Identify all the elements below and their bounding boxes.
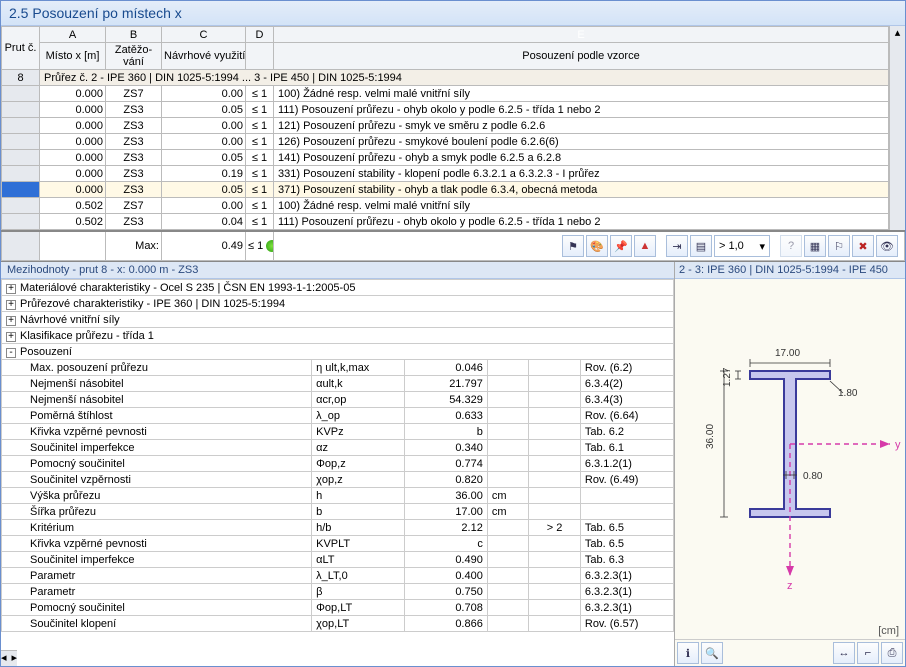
tree-node[interactable]: +Průřezové charakteristiky - IPE 360 | D… — [2, 296, 674, 312]
detail-row[interactable]: Parametrβ0.7506.3.2.3(1) — [2, 584, 674, 600]
col-A[interactable]: A — [40, 27, 106, 43]
table-row[interactable]: 0.000ZS30.00≤ 1126) Posouzení průřezu - … — [2, 134, 889, 150]
profile-header: 2 - 3: IPE 360 | DIN 1025-5:1994 - IPE 4… — [675, 262, 905, 279]
detail-row[interactable]: Součinitel imperfekceαz0.340Tab. 6.1 — [2, 440, 674, 456]
detail-row[interactable]: Pomocný součinitelΦop,LT0.7086.3.2.3(1) — [2, 600, 674, 616]
detail-row[interactable]: Parametrλ_LT,00.4006.3.2.3(1) — [2, 568, 674, 584]
svg-text:y: y — [895, 439, 901, 451]
detail-row[interactable]: Nejmenší násobitelαcr,op54.3296.3.4(3) — [2, 392, 674, 408]
tool-eye-icon[interactable]: 👁 — [876, 235, 898, 257]
grid-scrollbar[interactable]: ▴ — [889, 26, 905, 230]
unit-label: [cm] — [675, 623, 905, 639]
tool-help-icon[interactable]: ? — [780, 235, 802, 257]
detail-row[interactable]: Šířka průřezub17.00cm — [2, 504, 674, 520]
details-header: Mezihodnoty - prut 8 - x: 0.000 m - ZS3 — [1, 262, 674, 279]
tool-palette-icon[interactable]: 🎨 — [586, 235, 608, 257]
detail-row[interactable]: Nejmenší násobitelαult,k21.7976.3.4(2) — [2, 376, 674, 392]
detail-row[interactable]: Součinitel vzpěrnostiχop,z0.820Rov. (6.4… — [2, 472, 674, 488]
detail-row[interactable]: Součinitel imperfekceαLT0.490Tab. 6.3 — [2, 552, 674, 568]
print-icon[interactable]: ⎙ — [881, 642, 903, 664]
tool-layout-icon[interactable]: ▤ — [690, 235, 712, 257]
col-A2[interactable]: Místo x [m] — [40, 43, 106, 70]
table-row[interactable]: 0.000ZS30.19≤ 1331) Posouzení stability … — [2, 166, 889, 182]
col-C[interactable]: C — [162, 27, 246, 43]
tree-node[interactable]: +Materiálové charakteristiky - Ocel S 23… — [2, 280, 674, 296]
svg-text:1.80: 1.80 — [838, 388, 858, 399]
detail-row[interactable]: Poměrná štíhlostλ_op0.633Rov. (6.64) — [2, 408, 674, 424]
profile-drawing[interactable]: y z 17.00 36.00 1.27 1.80 0.80 — [675, 279, 905, 623]
tool-pin-icon[interactable]: 📌 — [610, 235, 632, 257]
details-hscroll[interactable]: ◂▸ — [1, 650, 17, 666]
col-E[interactable]: E — [274, 27, 889, 43]
tool-cross-icon[interactable]: ✖ — [852, 235, 874, 257]
axes-icon[interactable]: ⌐ — [857, 642, 879, 664]
col-D[interactable]: D — [246, 27, 274, 43]
tool-export-icon[interactable]: ⇥ — [666, 235, 688, 257]
tree-node[interactable]: +Návrhové vnitřní síly — [2, 312, 674, 328]
section-row[interactable]: 8 Průřez č. 2 - IPE 360 | DIN 1025-5:199… — [2, 70, 889, 86]
results-table[interactable]: Prut č. A B C D E Místo x [m] Zatěžo- vá… — [1, 26, 889, 230]
col-E2[interactable]: Posouzení podle vzorce — [274, 43, 889, 70]
detail-row[interactable]: Kritériumh/b2.12> 2Tab. 6.5 — [2, 520, 674, 536]
table-row[interactable]: 0.000ZS30.00≤ 1121) Posouzení průřezu - … — [2, 118, 889, 134]
window-title: 2.5 Posouzení po místech x — [1, 1, 905, 26]
col-B2[interactable]: Zatěžo- vání — [106, 43, 162, 70]
svg-text:36.00: 36.00 — [705, 424, 716, 449]
detail-row[interactable]: Pomocný součinitelΦop,z0.7746.3.1.2(1) — [2, 456, 674, 472]
col-rownum[interactable]: Prut č. — [2, 27, 40, 70]
table-row[interactable]: 0.502ZS30.04≤ 1111) Posouzení průřezu - … — [2, 214, 889, 230]
tool-box-icon[interactable]: ▦ — [804, 235, 826, 257]
svg-text:z: z — [787, 580, 793, 592]
detail-row[interactable]: Max. posouzení průřezuη ult,k,max0.046Ro… — [2, 360, 674, 376]
detail-row[interactable]: Křivka vzpěrné pevnostiKVPLTcTab. 6.5 — [2, 536, 674, 552]
table-row[interactable]: 0.502ZS70.00≤ 1100) Žádné resp. velmi ma… — [2, 198, 889, 214]
tool-fire-icon[interactable]: ▲ — [634, 235, 656, 257]
col-B[interactable]: B — [106, 27, 162, 43]
max-row: Max: 0.49 ≤ 1 ⚑ 🎨 📌 ▲ ⇥ ▤ > 1,0▾ ? — [2, 231, 905, 261]
dim-icon[interactable]: ↔ — [833, 642, 855, 664]
info-icon[interactable]: ℹ — [677, 642, 699, 664]
table-row[interactable]: 0.000ZS30.05≤ 1111) Posouzení průřezu - … — [2, 102, 889, 118]
table-row[interactable]: 0.000ZS30.05≤ 1141) Posouzení průřezu - … — [2, 150, 889, 166]
tree-node[interactable]: -Posouzení — [2, 344, 674, 360]
check-ok-icon — [266, 240, 273, 252]
tool-flag-icon[interactable]: ⚐ — [828, 235, 850, 257]
detail-row[interactable]: Křivka vzpěrné pevnostiKVPzbTab. 6.2 — [2, 424, 674, 440]
details-table[interactable]: +Materiálové charakteristiky - Ocel S 23… — [1, 279, 674, 632]
tree-node[interactable]: +Klasifikace průřezu - třída 1 — [2, 328, 674, 344]
table-row[interactable]: 0.000ZS70.00≤ 1100) Žádné resp. velmi ma… — [2, 86, 889, 102]
find-icon[interactable]: 🔍 — [701, 642, 723, 664]
svg-text:17.00: 17.00 — [775, 348, 800, 359]
col-C2[interactable]: Návrhové využití — [162, 43, 246, 70]
table-row[interactable]: 0.000ZS30.05≤ 1371) Posouzení stability … — [2, 182, 889, 198]
toolbar: ⚑ 🎨 📌 ▲ ⇥ ▤ > 1,0▾ ? ▦ ⚐ ✖ 👁 — [276, 233, 902, 259]
svg-text:0.80: 0.80 — [803, 471, 823, 482]
detail-row[interactable]: Výška průřezuh36.00cm — [2, 488, 674, 504]
tool-filter-icon[interactable]: ⚑ — [562, 235, 584, 257]
detail-row[interactable]: Součinitel klopeníχop,LT0.866Rov. (6.57) — [2, 616, 674, 632]
threshold-combo[interactable]: > 1,0▾ — [714, 235, 770, 257]
